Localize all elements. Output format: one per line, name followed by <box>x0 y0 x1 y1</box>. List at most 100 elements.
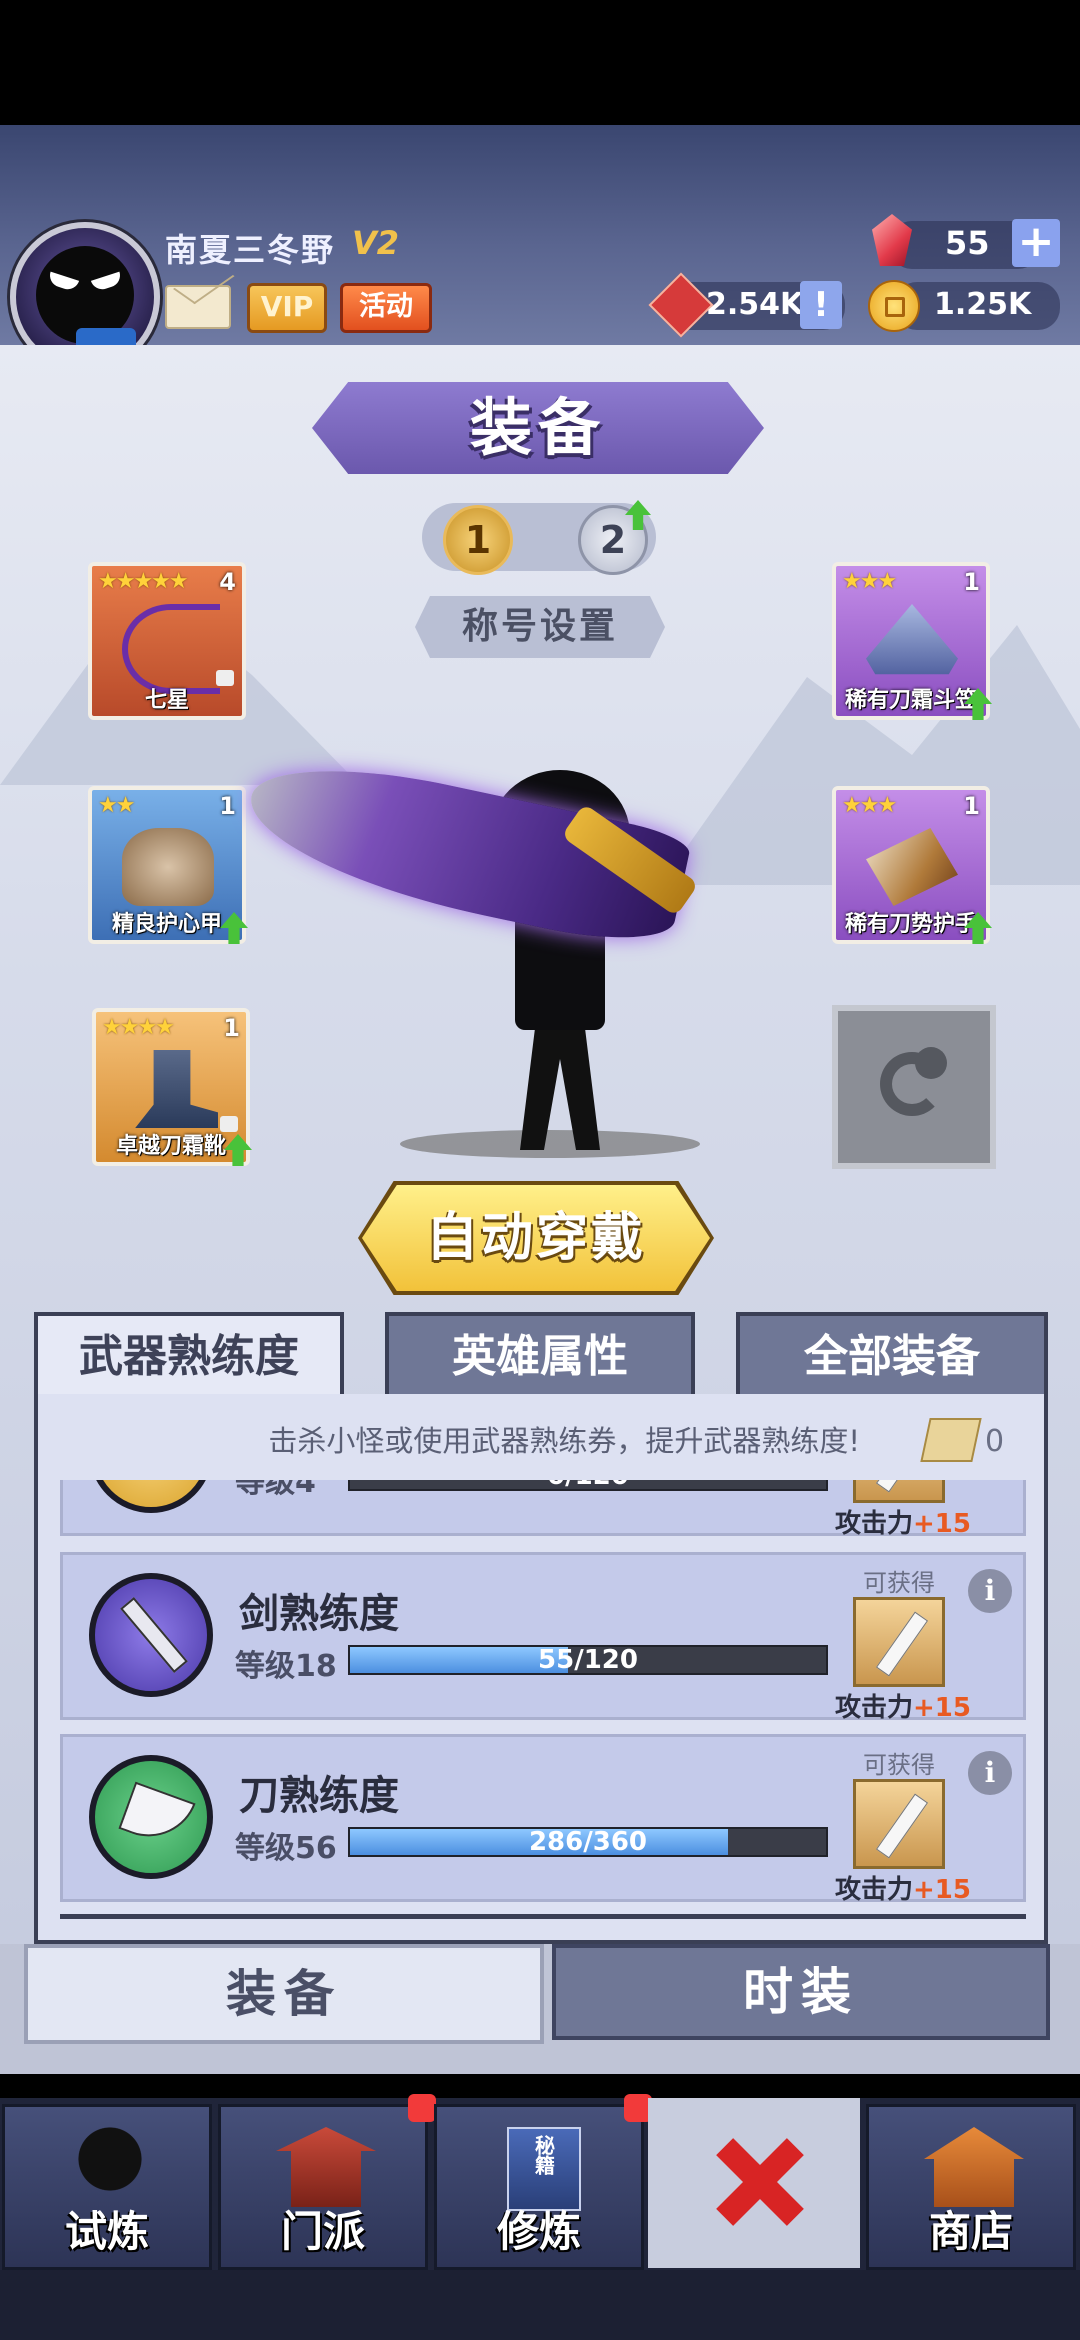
equip-slot-hat[interactable]: ★★★ 1 稀有刀霜斗笠 <box>832 562 992 720</box>
mastery-obtain-label: 可获得 <box>863 1569 935 1597</box>
notification-badge <box>408 2094 436 2122</box>
book-label: 秘籍 <box>531 2135 556 2175</box>
tab-weapon-mastery[interactable]: 武器熟练度 <box>34 1312 344 1398</box>
nav-label: 商店 <box>928 2207 1013 2256</box>
blade-mastery-icon <box>89 1755 213 1879</box>
reward-value: +15 <box>913 1875 971 1905</box>
mastery-progress-text: 55/120 <box>538 1645 638 1675</box>
mastery-reward: 攻击力+15 <box>835 1869 971 1906</box>
mail-icon[interactable] <box>165 285 231 329</box>
auto-equip-label[interactable]: 自动穿戴 <box>362 1185 710 1291</box>
reward-label: 攻击力 <box>835 1875 914 1905</box>
mastery-progress-bar: 55/120 <box>348 1645 828 1675</box>
ninja-icon <box>60 2127 160 2207</box>
reward-label: 攻击力 <box>835 1693 914 1723</box>
mastery-scroll-count: 0 <box>985 1424 1005 1459</box>
nav-label: 试炼 <box>64 2207 149 2256</box>
mastery-reward-icon[interactable] <box>853 1480 945 1503</box>
mastery-hint: 击杀小怪或使用武器熟练券，提升武器熟练度! <box>268 1424 860 1458</box>
coin-icon <box>868 280 920 332</box>
mastery-progress-text: 286/360 <box>528 1827 648 1857</box>
sword-mastery-icon <box>89 1573 213 1697</box>
honor-value: 2.54K <box>706 287 804 322</box>
page-title: 装备 <box>469 391 606 464</box>
sword-icon <box>120 1597 188 1673</box>
temple-icon <box>276 2127 376 2207</box>
mastery-reward-icon[interactable] <box>853 1779 945 1869</box>
nav-trial[interactable]: 试炼 <box>2 2104 212 2270</box>
hat-icon <box>866 604 958 675</box>
bow-icon <box>122 604 220 694</box>
mastery-row: 剑熟练度 等级18 55/120 可获得 i 攻击力+15 <box>60 1552 1026 1723</box>
event-button[interactable]: 活动 <box>340 283 432 333</box>
slot-level: 1 <box>963 568 980 596</box>
nav-label: 修炼 <box>496 2207 581 2256</box>
mastery-row: 刀熟练度 等级56 286/360 可获得 i 攻击力+15 <box>60 1734 1026 1905</box>
section-equip-tab[interactable]: 装备 <box>24 1944 544 2044</box>
mastery-reward-icon[interactable] <box>853 1597 945 1687</box>
mastery-name: 刀熟练度 <box>239 1773 399 1819</box>
status-bar <box>0 0 1080 125</box>
mastery-level: 等级4 <box>235 1480 316 1500</box>
slot-stars: ★★★★★ <box>98 569 189 594</box>
mastery-progress-text: 0/120 <box>350 1480 826 1489</box>
player-name: 南夏三冬野 <box>165 231 336 269</box>
mastery-row: 等级4 0/120 攻击力+15 <box>60 1480 1026 1539</box>
equip-slot-gloves[interactable]: ★★★ 1 稀有刀势护手 <box>832 786 992 944</box>
nav-bottom-strip <box>0 2270 1080 2340</box>
nav-label: 门派 <box>280 2207 365 2256</box>
slot-name: 稀有刀势护手 <box>844 912 977 937</box>
slot-level: 4 <box>219 568 236 596</box>
nav-sect[interactable]: 门派 <box>218 2104 428 2270</box>
equip-slot-boots[interactable]: ★★★★ 1 卓越刀霜靴 <box>92 1008 252 1166</box>
slot-stars: ★★★ <box>842 793 897 818</box>
reward-value: +15 <box>913 1693 971 1723</box>
equip-slot-armor[interactable]: ★★ 1 精良护心甲 <box>88 786 248 944</box>
slot-stars: ★★★ <box>842 569 897 594</box>
honor-info-button[interactable]: ! <box>800 281 842 329</box>
slot-stars: ★★★★ <box>102 1015 175 1040</box>
hero-shadow <box>400 1130 700 1158</box>
slot-level: 1 <box>963 792 980 820</box>
coin-value: 1.25K <box>934 287 1032 322</box>
slot-level: 1 <box>223 1014 240 1042</box>
slot-name: 精良护心甲 <box>111 912 222 937</box>
slot-name: 七星 <box>144 688 189 713</box>
title-setting-button[interactable]: 称号设置 <box>415 596 665 658</box>
slot-level: 1 <box>219 792 236 820</box>
slot-stars: ★★ <box>98 793 135 818</box>
mastery-scroll-icon <box>920 1418 982 1462</box>
empty-slot-dot <box>915 1047 947 1079</box>
mastery-progress-bar: 286/360 <box>348 1827 828 1857</box>
mastery-reward: 攻击力+15 <box>835 1503 971 1540</box>
gem-count: 55 <box>945 224 990 262</box>
mastery-obtain-label: 可获得 <box>863 1751 935 1779</box>
shop-icon <box>924 2127 1024 2207</box>
weapon-mastery-icon <box>89 1480 213 1513</box>
list-divider <box>60 1914 1026 1919</box>
mastery-list[interactable]: 等级4 0/120 攻击力+15 剑熟练度 等级18 55/120 可获得 i … <box>60 1480 1026 1920</box>
mastery-progress-bar: 0/120 <box>348 1480 828 1491</box>
nav-cultivate[interactable]: 秘籍 修炼 <box>434 2104 644 2270</box>
blade-icon <box>118 1781 196 1851</box>
equip-slot-weapon[interactable]: ★★★★★ 4 七星 <box>88 562 246 720</box>
info-icon[interactable]: i <box>968 1569 1012 1613</box>
slot-name: 稀有刀霜斗笠 <box>844 688 977 713</box>
mastery-level: 等级56 <box>235 1831 337 1866</box>
add-gem-button[interactable]: + <box>1012 219 1060 267</box>
vip-button[interactable]: VIP <box>247 283 327 333</box>
gloves-icon <box>866 828 958 906</box>
info-icon[interactable]: i <box>968 1751 1012 1795</box>
mastery-name: 剑熟练度 <box>239 1591 399 1637</box>
armor-icon <box>122 828 214 906</box>
reward-value: +15 <box>913 1509 971 1539</box>
boots-icon <box>135 1050 218 1128</box>
mastery-level: 等级18 <box>235 1649 337 1684</box>
tab-hero-attributes[interactable]: 英雄属性 <box>385 1312 695 1398</box>
vip-level-badge: V2 <box>352 224 400 262</box>
section-fashion-tab[interactable]: 时装 <box>552 1944 1050 2040</box>
nav-shop[interactable]: 商店 <box>866 2104 1076 2270</box>
mastery-reward: 攻击力+15 <box>835 1687 971 1724</box>
loadout-1-button[interactable]: 1 <box>443 505 513 575</box>
tab-all-equipment[interactable]: 全部装备 <box>736 1312 1048 1398</box>
